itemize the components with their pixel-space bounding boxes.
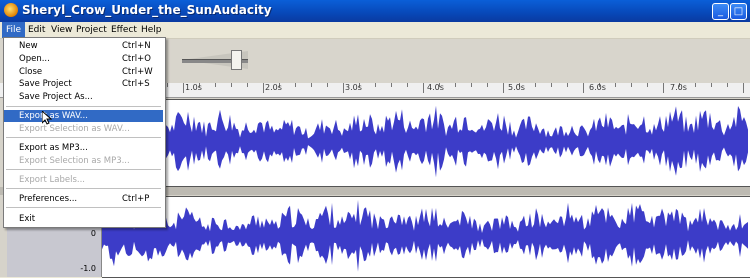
ruler-tick (263, 83, 264, 93)
minimize-button[interactable]: _ (712, 3, 729, 20)
ruler-label: 3.0s (345, 83, 362, 92)
ruler-tick (167, 83, 168, 87)
menu-export-labels: Export Labels... (4, 174, 163, 186)
menu-separator (6, 169, 161, 171)
audacity-app-icon[interactable] (4, 3, 18, 17)
menu-separator (6, 137, 161, 139)
waveform-right-channel (102, 199, 748, 272)
menu-open-shortcut: Ctrl+O (122, 54, 151, 64)
menu-export-selection-mp3-label: Export Selection as MP3... (19, 156, 130, 166)
track-scale-min: -1.0 (80, 264, 96, 273)
menu-export-mp3-label: Export as MP3... (19, 143, 88, 153)
menu-export-wav-label: Export as WAV... (19, 111, 88, 121)
menu-separator (6, 106, 161, 108)
ruler-label: 6.0s (589, 83, 606, 92)
menu-close-label: Close (19, 67, 43, 77)
menu-save-label: Save Project (19, 79, 72, 89)
ruler-tick (743, 83, 744, 93)
menu-exit[interactable]: Exit (4, 213, 163, 225)
menu-open[interactable]: Open... Ctrl+O (4, 53, 163, 65)
ruler-tick (535, 83, 536, 87)
ruler-label: 7.0s (670, 83, 687, 92)
menu-preferences[interactable]: Preferences... Ctrl+P (4, 193, 163, 205)
menu-new[interactable]: New Ctrl+N (4, 40, 163, 52)
ruler-tick (631, 83, 632, 87)
ruler-tick (327, 83, 328, 87)
menu-edit[interactable]: Edit (24, 22, 49, 38)
menu-preferences-label: Preferences... (19, 194, 78, 204)
ruler-tick (615, 83, 616, 87)
ruler-tick (487, 83, 488, 87)
menu-export-selection-wav-label: Export Selection as WAV... (19, 124, 130, 134)
ruler-tick (663, 83, 664, 93)
menu-preferences-shortcut: Ctrl+P (122, 194, 150, 204)
ruler-tick (311, 83, 312, 87)
menu-export-labels-label: Export Labels... (19, 175, 85, 185)
ruler-tick (471, 83, 472, 87)
ruler-label: 4.0s (427, 83, 444, 92)
menu-save-as-label: Save Project As... (19, 92, 93, 102)
ruler-label: 5.0s (508, 83, 525, 92)
ruler-tick (391, 83, 392, 87)
menu-export-selection-wav: Export Selection as WAV... (4, 123, 163, 135)
menu-file[interactable]: File (2, 22, 26, 38)
menu-open-label: Open... (19, 54, 50, 64)
menu-exit-label: Exit (19, 214, 36, 224)
ruler-tick (343, 83, 344, 93)
menu-save-shortcut: Ctrl+S (122, 79, 150, 89)
ruler-tick (407, 83, 408, 87)
waveform-left-channel (102, 105, 748, 178)
maximize-button[interactable]: □ (730, 3, 747, 20)
ruler-tick (567, 83, 568, 87)
ruler-tick (551, 83, 552, 87)
ruler-tick (231, 83, 232, 87)
ruler-tick (695, 83, 696, 87)
menu-project[interactable]: Project (72, 22, 111, 38)
ruler-tick (247, 83, 248, 87)
ruler-tick (503, 83, 504, 93)
menu-close[interactable]: Close Ctrl+W (4, 66, 163, 78)
menu-help[interactable]: Help (137, 22, 166, 38)
mouse-pointer-icon (42, 111, 52, 125)
ruler-tick (647, 83, 648, 87)
menu-separator (6, 207, 161, 209)
ruler-tick (455, 83, 456, 87)
menu-effect[interactable]: Effect (107, 22, 141, 38)
menu-new-shortcut: Ctrl+N (122, 41, 151, 51)
window-title: Sheryl_Crow_Under_the_SunAudacity (22, 3, 272, 17)
ruler-label: 2.0s (265, 83, 282, 92)
menu-save-project[interactable]: Save Project Ctrl+S (4, 78, 163, 90)
menu-export-mp3[interactable]: Export as MP3... (4, 142, 163, 154)
menu-save-project-as[interactable]: Save Project As... (4, 91, 163, 103)
track-scale-zero: 0 (90, 229, 96, 238)
menu-new-label: New (19, 41, 38, 51)
file-menu-dropdown: New Ctrl+N Open... Ctrl+O Close Ctrl+W S… (3, 37, 166, 228)
ruler-tick (583, 83, 584, 93)
menu-separator (6, 188, 161, 190)
ruler-tick (727, 83, 728, 87)
menu-export-wav[interactable]: Export as WAV... (4, 110, 163, 122)
ruler-tick (295, 83, 296, 87)
volume-slider-thumb[interactable] (231, 50, 242, 70)
ruler-tick (375, 83, 376, 87)
ruler-tick (215, 83, 216, 87)
title-bar: Sheryl_Crow_Under_the_SunAudacity _ □ (0, 0, 750, 22)
ruler-tick (711, 83, 712, 87)
menu-close-shortcut: Ctrl+W (122, 67, 153, 77)
ruler-tick (423, 83, 424, 93)
ruler-label: 1.0s (185, 83, 202, 92)
menu-export-selection-mp3: Export Selection as MP3... (4, 155, 163, 167)
ruler-tick (183, 83, 184, 93)
